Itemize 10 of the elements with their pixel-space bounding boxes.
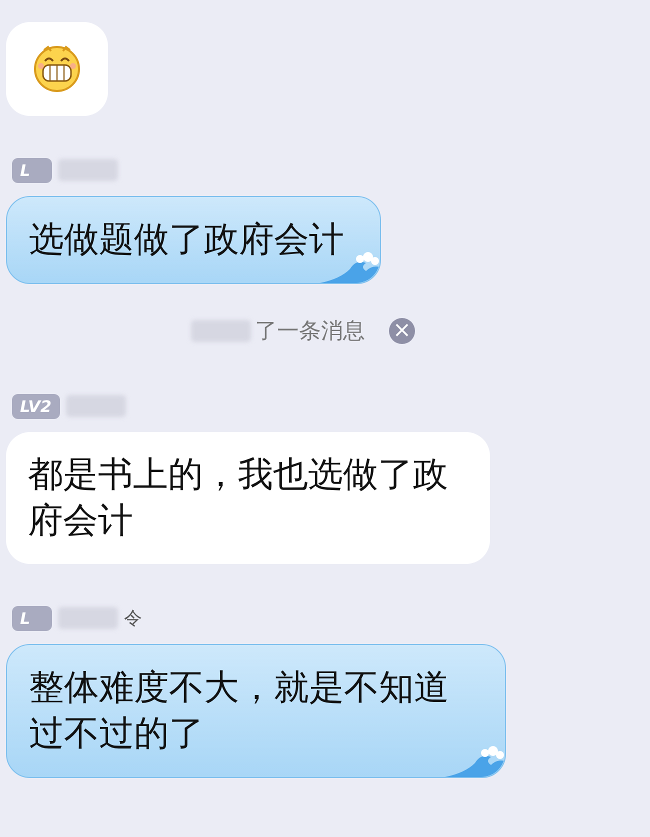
message-bubble: 选做题做了政府会计 (6, 196, 381, 284)
close-icon[interactable]: × (389, 318, 415, 344)
recall-notice: 了一条消息 (255, 318, 365, 346)
message-bubble: 整体难度不大，就是不知道过不过的了 (6, 644, 506, 778)
level-badge: L (12, 158, 52, 182)
message-bubble: 都是书上的，我也选做了政府会计 (6, 432, 490, 564)
level-badge: L (12, 606, 52, 630)
level-badge: LV2 (12, 394, 60, 418)
sender-name: 令 (124, 607, 142, 630)
wave-drawing (445, 743, 505, 777)
